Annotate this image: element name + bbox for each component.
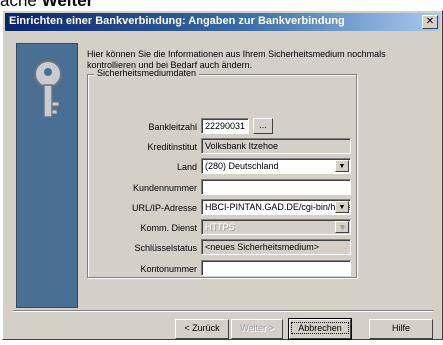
next-button[interactable]: Weiter > (231, 319, 283, 339)
url-value: HBCI-PINTAN.GAD.DE/cgi-bin/hbcise (205, 202, 351, 212)
button-separator (13, 310, 433, 312)
key-icon (34, 60, 62, 118)
land-label: Land (176, 162, 197, 172)
bank-connection-dialog: Einrichten einer Bankverbindung: Angaben… (2, 10, 443, 340)
institut-label: Kreditinstitut (147, 142, 197, 152)
blz-browse-button[interactable]: ... (253, 118, 273, 134)
url-select[interactable]: HBCI-PINTAN.GAD.DE/cgi-bin/hbcise ▼ (201, 199, 351, 215)
wizard-logo-panel (16, 43, 78, 308)
background-text-prefix: äche (0, 0, 42, 10)
status-label: Schlüsselstatus (134, 243, 197, 253)
dienst-value: HTTPS (205, 222, 235, 232)
dienst-select: HTTPS ▼ (201, 219, 351, 235)
chevron-down-icon: ▼ (335, 221, 349, 233)
cancel-button[interactable]: Abbrechen (288, 318, 352, 340)
close-button[interactable]: ✕ (422, 15, 438, 29)
land-value: (280) Deutschland (205, 161, 279, 171)
institut-field: Volksbank Itzehoe (201, 138, 351, 154)
dialog-title: Einrichten einer Bankverbindung: Angaben… (9, 15, 345, 27)
kunde-label: Kundennummer (132, 183, 197, 193)
kundennummer-input[interactable] (201, 179, 351, 195)
background-text-bold: Weiter (41, 0, 94, 10)
help-button[interactable]: Hilfe (369, 319, 433, 339)
chevron-down-icon[interactable]: ▼ (335, 160, 349, 172)
dialog-titlebar[interactable]: Einrichten einer Bankverbindung: Angaben… (5, 13, 440, 31)
group-title: Sicherheitsmediumdaten (94, 68, 200, 78)
dienst-label: Komm. Dienst (140, 223, 197, 233)
kontonummer-input[interactable] (201, 260, 351, 276)
land-select[interactable]: (280) Deutschland ▼ (201, 158, 351, 174)
status-field: <neues Sicherheitsmedium> (201, 239, 351, 255)
konto-label: Kontonummer (140, 264, 197, 274)
chevron-down-icon[interactable]: ▼ (335, 201, 349, 213)
blz-label: Bankleitzahl (148, 122, 197, 132)
url-label: URL/IP-Adresse (131, 203, 197, 213)
close-icon: ✕ (425, 16, 435, 27)
cancel-label: Abbrechen (291, 322, 349, 334)
blz-field[interactable]: 22290031 (201, 118, 249, 134)
back-button[interactable]: < Zurück (175, 319, 229, 339)
